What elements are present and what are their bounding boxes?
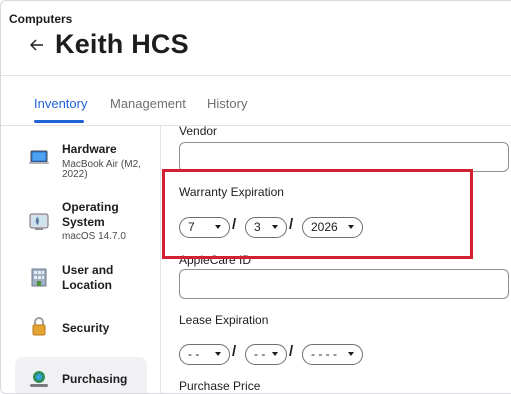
laptop-icon [29, 150, 49, 164]
date-separator: / [232, 343, 237, 360]
lease-month-select[interactable]: - - [179, 344, 230, 365]
lock-icon [32, 317, 46, 336]
tab-bar: Inventory Management History [1, 76, 511, 125]
date-separator: / [289, 343, 294, 360]
sidebar-item-label: Security [62, 321, 110, 335]
sidebar-item-subtitle: macOS 14.7.0 [62, 231, 126, 242]
sidebar-item-hardware[interactable]: Hardware MacBook Air (M2, 2022) [15, 132, 147, 186]
sidebar-item-operating-system[interactable]: Operating System macOS 14.7.0 [15, 192, 147, 250]
applecare-id-field[interactable] [179, 269, 509, 299]
sidebar-item-label: Purchasing [62, 372, 128, 386]
purchase-price-label: Purchase Price [179, 379, 261, 393]
lease-year-value: - - - - [311, 347, 337, 361]
vendor-field[interactable] [179, 142, 509, 172]
chevron-down-icon [215, 352, 221, 356]
sidebar: Hardware MacBook Air (M2, 2022) Operatin… [1, 126, 161, 393]
lease-year-select[interactable]: - - - - [302, 344, 363, 365]
window: Computers Keith HCS Inventory Management… [0, 0, 511, 394]
annotation-highlight-box [162, 169, 473, 259]
lease-month-value: - - [188, 347, 200, 361]
page-title: Keith HCS [55, 29, 189, 59]
sidebar-item-purchasing[interactable]: Purchasing [15, 357, 147, 393]
back-arrow-icon[interactable] [29, 36, 45, 54]
operating-system-icon [29, 213, 49, 230]
tab-inventory[interactable]: Inventory [34, 96, 87, 111]
tab-management[interactable]: Management [110, 96, 186, 111]
lease-day-value: - - [254, 347, 266, 361]
chevron-down-icon [272, 352, 278, 356]
sidebar-item-subtitle: MacBook Air (M2, 2022) [62, 159, 141, 180]
building-icon [31, 268, 47, 287]
sidebar-item-security[interactable]: Security [15, 306, 147, 350]
purchasing-icon [30, 371, 48, 387]
active-tab-indicator [34, 120, 84, 123]
purchasing-form: Vendor Warranty Expiration 7 / 3 / 2026 … [162, 126, 511, 393]
sidebar-item-label: Hardware [62, 142, 117, 156]
page-header: Computers Keith HCS [1, 1, 511, 76]
chevron-down-icon [348, 352, 354, 356]
sidebar-item-label: Operating System [62, 200, 119, 229]
lease-day-select[interactable]: - - [245, 344, 287, 365]
lease-expiration-label: Lease Expiration [179, 313, 269, 327]
breadcrumb[interactable]: Computers [9, 12, 72, 26]
sidebar-item-user-and-location[interactable]: User and Location [15, 256, 147, 300]
sidebar-item-label: User and Location [62, 263, 114, 292]
tab-history[interactable]: History [207, 96, 247, 111]
vendor-label: Vendor [179, 126, 218, 138]
